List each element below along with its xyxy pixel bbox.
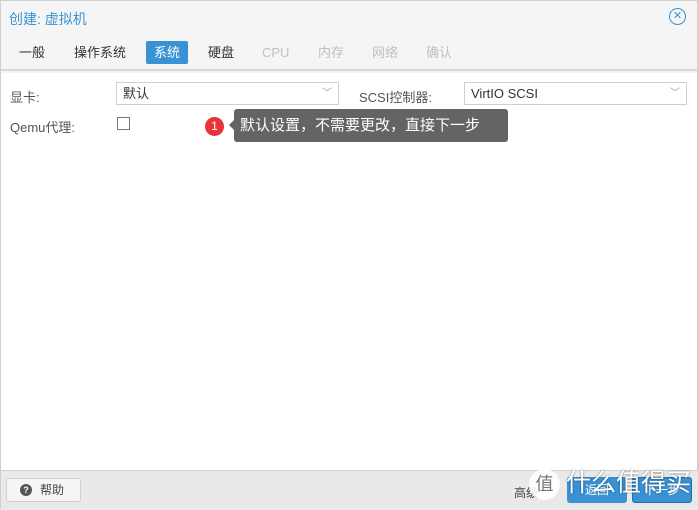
graphics-select[interactable]: 默认 ﹀ (116, 82, 339, 105)
scsi-value: VirtIO SCSI (471, 86, 538, 101)
tab-network: 网络 (372, 45, 399, 60)
tab-confirm: 确认 (426, 45, 453, 60)
tab-disk[interactable]: 硬盘 (200, 41, 242, 64)
watermark: 值什么值得买 (529, 463, 691, 503)
scsi-label: SCSI控制器: (359, 90, 432, 105)
question-icon: ? (20, 484, 32, 496)
qemu-agent-label: Qemu代理: (10, 120, 76, 135)
tab-memory: 内存 (318, 45, 345, 60)
dialog-title: 创建: 虚拟机 (9, 11, 87, 27)
help-label: 帮助 (40, 483, 65, 497)
annotation-tooltip: 默认设置，不需要更改，直接下一步 (229, 109, 508, 142)
wizard-tabs: 一般 操作系统 系统 硬盘 CPU 内存 网络 确认 (1, 35, 697, 71)
create-vm-dialog: 创建: 虚拟机 ✕ 一般 操作系统 系统 硬盘 CPU 内存 网络 确认 显卡:… (0, 0, 698, 510)
close-icon[interactable]: ✕ (669, 8, 686, 25)
qemu-agent-checkbox[interactable] (117, 117, 130, 130)
annotation-badge: 1 (205, 117, 224, 136)
tab-os[interactable]: 操作系统 (66, 41, 134, 64)
tab-general[interactable]: 一般 (11, 41, 53, 64)
dialog-header: 创建: 虚拟机 ✕ (1, 1, 697, 35)
tab-system[interactable]: 系统 (146, 41, 189, 64)
tab-cpu: CPU (262, 45, 290, 60)
help-button[interactable]: ? 帮助 (6, 478, 81, 502)
graphics-value: 默认 (123, 86, 150, 101)
watermark-logo: 值 (529, 468, 560, 500)
scsi-controller-select[interactable]: VirtIO SCSI ﹀ (464, 82, 687, 105)
chevron-down-icon: ﹀ (322, 88, 332, 99)
watermark-text: 什么值得买 (566, 469, 692, 497)
graphics-label: 显卡: (10, 90, 40, 105)
chevron-down-icon: ﹀ (670, 88, 680, 99)
